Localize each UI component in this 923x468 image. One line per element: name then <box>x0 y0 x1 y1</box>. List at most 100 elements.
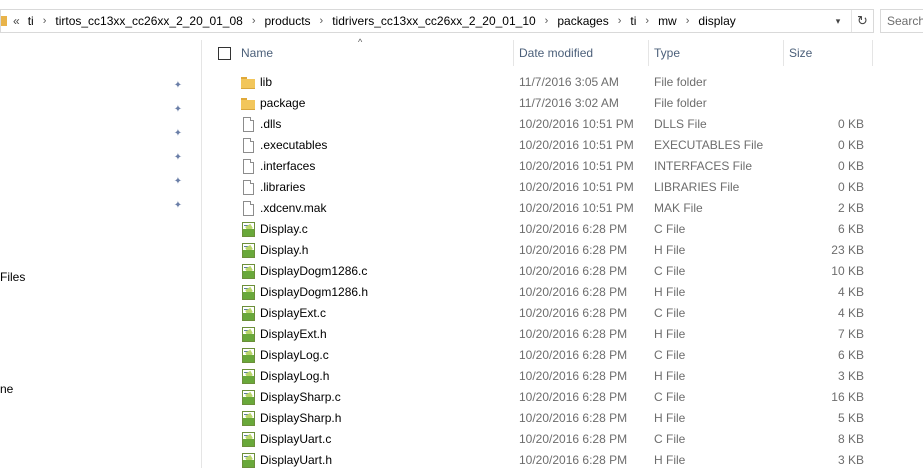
file-row[interactable]: DisplayExt.h 10/20/2016 6:28 PM H File 7 KB <box>232 324 872 345</box>
file-name: DisplayLog.h <box>260 369 330 383</box>
breadcrumb-separator-icon[interactable]: › <box>320 15 324 27</box>
file-date-modified: 10/20/2016 6:28 PM <box>519 411 628 425</box>
search-input[interactable]: Search <box>880 9 923 33</box>
file-type: C File <box>654 264 686 278</box>
source-file-icon <box>240 410 256 427</box>
file-date-modified: 10/20/2016 6:28 PM <box>519 453 628 467</box>
file-row[interactable]: DisplayUart.c 10/20/2016 6:28 PM C File 8 K… <box>232 429 872 450</box>
breadcrumb-item[interactable]: packages <box>557 14 608 28</box>
column-header-size[interactable]: Size <box>783 38 873 68</box>
pin-icon[interactable]: ✦ <box>172 104 184 116</box>
column-header-type[interactable]: Type <box>648 38 783 68</box>
breadcrumb-item[interactable]: tirtos_cc13xx_cc26xx_2_20_01_08 <box>55 14 242 28</box>
search-placeholder: Search <box>887 14 923 28</box>
file-icon <box>240 158 256 175</box>
file-type: DLLS File <box>654 117 707 131</box>
breadcrumb-separator-icon[interactable]: › <box>618 15 622 27</box>
file-date-modified: 10/20/2016 10:51 PM <box>519 180 634 194</box>
breadcrumb-separator-icon[interactable]: › <box>43 15 47 27</box>
breadcrumb-item[interactable]: mw <box>658 14 677 28</box>
file-row[interactable]: Display.h 10/20/2016 6:28 PM H File 23 KB <box>232 240 872 261</box>
file-name: lib <box>260 75 273 89</box>
file-type: H File <box>654 327 686 341</box>
refresh-icon[interactable]: ↻ <box>851 10 873 32</box>
file-type: C File <box>654 432 686 446</box>
file-name: DisplaySharp.c <box>260 390 341 404</box>
file-date-modified: 10/20/2016 6:28 PM <box>519 285 628 299</box>
file-row[interactable]: package 11/7/2016 3:02 AM File folder <box>232 93 872 114</box>
file-type: H File <box>654 411 686 425</box>
file-size: 3 KB <box>837 369 864 383</box>
file-name: package <box>260 96 306 110</box>
pin-icon[interactable]: ✦ <box>172 128 184 140</box>
file-date-modified: 10/20/2016 10:51 PM <box>519 159 634 173</box>
column-header-date[interactable]: Date modified <box>513 38 648 68</box>
file-name: DisplayUart.h <box>260 453 333 467</box>
file-size: 16 KB <box>831 390 864 404</box>
file-date-modified: 10/20/2016 6:28 PM <box>519 327 628 341</box>
breadcrumb-item[interactable]: products <box>265 14 311 28</box>
breadcrumb-overflow-button[interactable]: « <box>13 14 20 28</box>
pin-icon[interactable]: ✦ <box>172 176 184 188</box>
file-row[interactable]: .interfaces 10/20/2016 10:51 PM INTERFACES… <box>232 156 872 177</box>
breadcrumb-item[interactable]: ti <box>28 14 34 28</box>
file-name: .libraries <box>260 180 306 194</box>
file-row[interactable]: DisplayLog.h 10/20/2016 6:28 PM H File 3 KB <box>232 366 872 387</box>
file-row[interactable]: DisplaySharp.c 10/20/2016 6:28 PM C File 16… <box>232 387 872 408</box>
file-type: File folder <box>654 96 707 110</box>
breadcrumb-item[interactable]: ti <box>630 14 636 28</box>
file-type: File folder <box>654 75 707 89</box>
file-row[interactable]: DisplayDogm1286.c 10/20/2016 6:28 PM C Fil… <box>232 261 872 282</box>
breadcrumb-separator-icon[interactable]: › <box>545 15 549 27</box>
file-row[interactable]: .libraries 10/20/2016 10:51 PM LIBRARIES F… <box>232 177 872 198</box>
nav-item-partial[interactable]: ne <box>0 382 13 396</box>
file-row[interactable]: DisplaySharp.h 10/20/2016 6:28 PM H File 5 … <box>232 408 872 429</box>
file-row[interactable]: DisplayUart.h 10/20/2016 6:28 PM H File 3 K… <box>232 450 872 468</box>
pin-icon[interactable]: ✦ <box>172 200 184 212</box>
breadcrumb-separator-icon[interactable]: › <box>252 15 256 27</box>
file-date-modified: 10/20/2016 10:51 PM <box>519 201 634 215</box>
breadcrumb-separator-icon[interactable]: › <box>686 15 690 27</box>
file-date-modified: 10/20/2016 6:28 PM <box>519 390 628 404</box>
pane-divider[interactable] <box>201 40 202 468</box>
file-icon <box>240 200 256 217</box>
column-header-name[interactable]: Name <box>235 38 513 68</box>
file-name: DisplayExt.c <box>260 306 327 320</box>
breadcrumb-separator-icon[interactable]: › <box>645 15 649 27</box>
pin-icon[interactable]: ✦ <box>172 80 184 92</box>
source-file-icon <box>240 431 256 448</box>
column-divider[interactable] <box>872 40 873 66</box>
file-icon <box>240 179 256 196</box>
file-size: 23 KB <box>831 243 864 257</box>
file-date-modified: 10/20/2016 10:51 PM <box>519 138 634 152</box>
file-size: 0 KB <box>837 138 864 152</box>
file-type: H File <box>654 453 686 467</box>
file-row[interactable]: .dlls 10/20/2016 10:51 PM DLLS File 0 KB <box>232 114 872 135</box>
file-row[interactable]: Display.c 10/20/2016 6:28 PM C File 6 KB <box>232 219 872 240</box>
pin-icon[interactable]: ✦ <box>172 152 184 164</box>
file-row[interactable]: .executables 10/20/2016 10:51 PM EXECUTABL… <box>232 135 872 156</box>
file-row[interactable]: DisplayExt.c 10/20/2016 6:28 PM C File 4 KB <box>232 303 872 324</box>
file-type: C File <box>654 348 686 362</box>
nav-item-partial[interactable]: Files <box>0 270 25 284</box>
chevron-down-icon[interactable]: ▾ <box>828 10 848 32</box>
file-name: Display.c <box>260 222 308 236</box>
file-date-modified: 10/20/2016 6:28 PM <box>519 264 628 278</box>
select-all-checkbox[interactable] <box>218 47 231 60</box>
source-file-icon <box>240 368 256 385</box>
breadcrumb-item[interactable]: tidrivers_cc13xx_cc26xx_2_20_01_10 <box>332 14 535 28</box>
file-row[interactable]: .xdcenv.mak 10/20/2016 10:51 PM MAK File 2 … <box>232 198 872 219</box>
folder-icon <box>240 95 256 112</box>
file-icon <box>240 116 256 133</box>
breadcrumb-item[interactable]: display <box>698 14 735 28</box>
address-bar[interactable]: « ti › tirtos_cc13xx_cc26xx_2_20_01_08 › pro… <box>0 9 874 33</box>
file-row[interactable]: DisplayLog.c 10/20/2016 6:28 PM C File 6 KB <box>232 345 872 366</box>
file-name: .executables <box>260 138 328 152</box>
file-row[interactable]: DisplayDogm1286.h 10/20/2016 6:28 PM H Fil… <box>232 282 872 303</box>
source-file-icon <box>240 326 256 343</box>
file-type: MAK File <box>654 201 703 215</box>
file-size: 5 KB <box>837 411 864 425</box>
file-date-modified: 10/20/2016 10:51 PM <box>519 117 634 131</box>
file-row[interactable]: lib 11/7/2016 3:05 AM File folder <box>232 72 872 93</box>
file-size: 6 KB <box>837 222 864 236</box>
